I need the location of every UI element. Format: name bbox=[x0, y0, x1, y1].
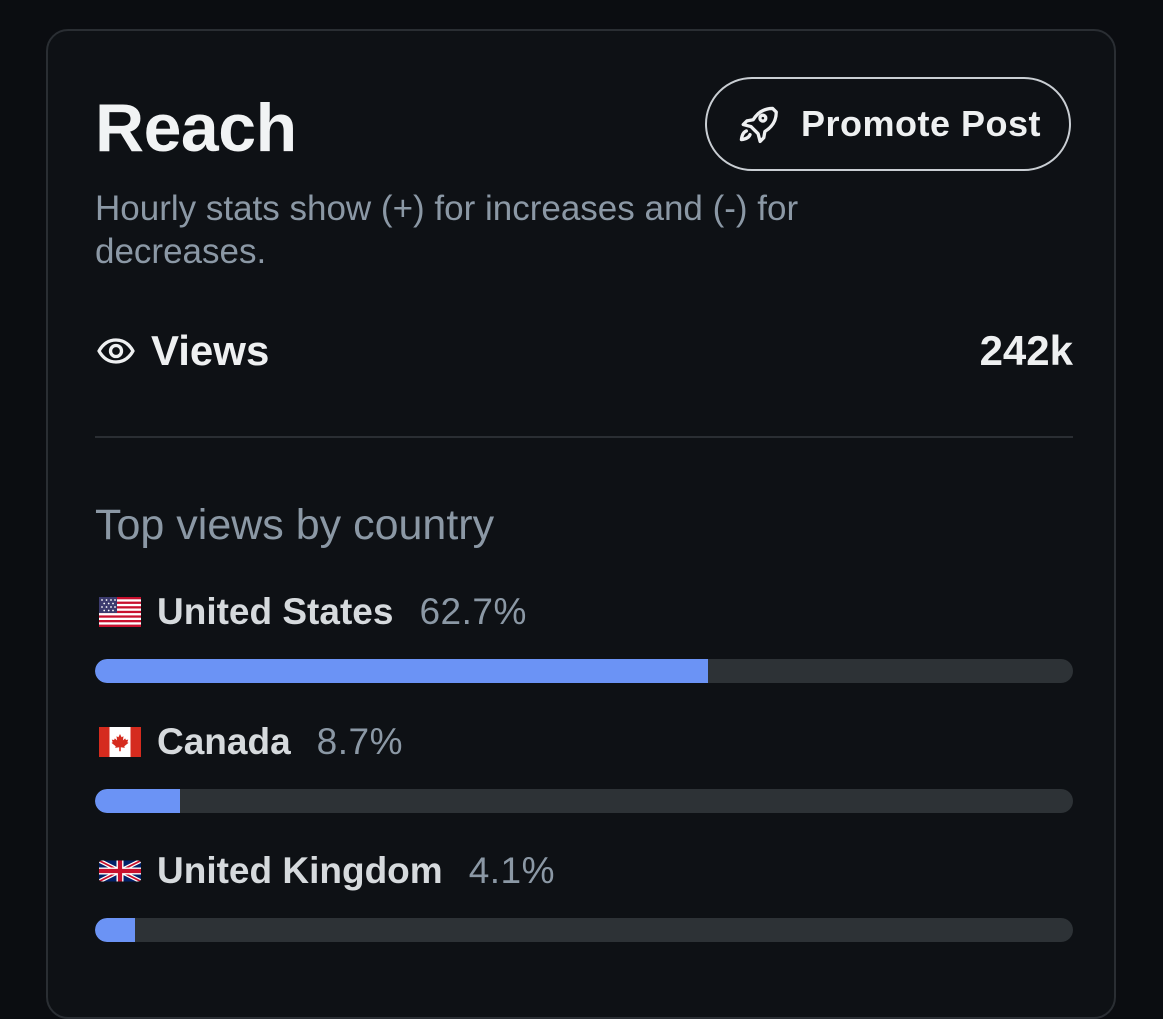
promote-post-label: Promote Post bbox=[800, 103, 1042, 144]
card-subtitle: Hourly stats show (+) for increases and … bbox=[95, 189, 799, 271]
country-name: Canada bbox=[157, 721, 291, 762]
country-item-united-kingdom: United Kingdom 4.1% bbox=[95, 846, 1073, 942]
eye-icon bbox=[95, 330, 137, 372]
progress-fill bbox=[95, 918, 136, 942]
country-name: United States bbox=[157, 591, 394, 632]
us-flag-icon bbox=[99, 597, 141, 627]
uk-flag-icon bbox=[99, 856, 141, 886]
country-item-united-states: United States 62.7% bbox=[95, 587, 1073, 683]
divider bbox=[95, 436, 1073, 438]
promote-post-button[interactable]: Promote Post bbox=[705, 77, 1071, 171]
progress-track bbox=[95, 789, 1073, 813]
ca-flag-icon bbox=[99, 727, 141, 757]
progress-track bbox=[95, 918, 1073, 942]
views-value: 242k bbox=[979, 327, 1073, 374]
views-row: Views 242k bbox=[95, 323, 1073, 379]
country-percent: 62.7% bbox=[419, 591, 527, 632]
country-percent: 4.1% bbox=[468, 850, 556, 891]
country-item-canada: Canada 8.7% bbox=[95, 717, 1073, 813]
views-label: Views bbox=[151, 327, 270, 374]
progress-fill bbox=[95, 789, 181, 813]
top-countries-title: Top views by country bbox=[95, 501, 495, 549]
country-name: United Kingdom bbox=[157, 850, 443, 891]
reach-card: Reach Promote Post Hourly stats show (+)… bbox=[46, 29, 1116, 1019]
progress-fill bbox=[95, 659, 709, 683]
rocket-icon bbox=[735, 102, 779, 146]
views-label-group: Views bbox=[95, 327, 269, 375]
card-title: Reach bbox=[95, 90, 297, 166]
country-percent: 8.7% bbox=[316, 721, 403, 762]
progress-track bbox=[95, 659, 1073, 683]
